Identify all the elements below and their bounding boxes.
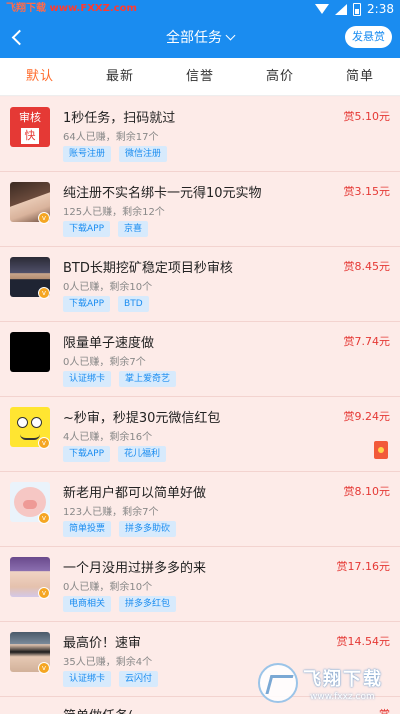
vip-badge-icon: v xyxy=(38,587,50,599)
task-meta: 125人已赚，剩余12个 xyxy=(63,207,165,218)
tab-credit[interactable]: 信誉 xyxy=(160,58,240,95)
red-envelope-icon[interactable] xyxy=(374,441,388,459)
task-item[interactable]: v 新老用户都可以简单好做 123人已赚，剩余7个 简单投票 拼多多助砍 赏8.… xyxy=(0,472,400,547)
task-meta: 0人已赚，剩余10个 xyxy=(63,282,153,293)
task-title: 最高价！速审 xyxy=(63,636,142,651)
watermark: 飞翔下载 www.fxxz.com xyxy=(258,660,392,710)
task-tag: 下载APP xyxy=(63,446,111,462)
chevron-down-icon xyxy=(225,30,236,41)
battery-icon xyxy=(353,2,362,16)
task-tag: 认证绑卡 xyxy=(63,671,112,687)
task-title: 简单做任务( xyxy=(63,705,133,714)
task-item[interactable]: 限量单子速度做 0人已赚，剩余7个 认证绑卡 掌上爱奇艺 赏7.74元 xyxy=(0,322,400,397)
task-item[interactable]: v 纯注册不实名绑卡一元得10元实物 125人已赚，剩余12个 下载APP 京喜… xyxy=(0,172,400,247)
watermark-logo-icon xyxy=(258,663,298,703)
task-tag: 微信注册 xyxy=(119,146,168,162)
page-title: 全部任务 xyxy=(166,30,222,46)
task-tag: 花儿福利 xyxy=(118,446,167,462)
user-avatar xyxy=(10,332,50,372)
task-tags: 下载APP BTD xyxy=(63,296,149,312)
tab-default[interactable]: 默认 xyxy=(0,58,80,95)
task-tag: 简单投票 xyxy=(63,521,112,537)
task-reward: 赏3.15元 xyxy=(343,185,391,198)
review-badge-avatar: 审核 快 xyxy=(10,107,50,147)
task-title: BTD长期挖矿稳定项目秒审核 xyxy=(63,261,233,276)
task-reward: 赏14.54元 xyxy=(336,635,391,648)
site-url: www.FXXZ.com xyxy=(49,3,137,14)
vip-badge-icon: v xyxy=(38,212,50,224)
task-tag: 掌上爱奇艺 xyxy=(119,371,177,387)
task-meta: 123人已赚，剩余7个 xyxy=(63,507,159,518)
tab-high-price[interactable]: 高价 xyxy=(240,58,320,95)
task-tags: 认证绑卡 掌上爱奇艺 xyxy=(63,371,177,387)
page-title-dropdown[interactable]: 全部任务 xyxy=(0,18,400,58)
vip-badge-icon: v xyxy=(38,287,50,299)
tab-simple[interactable]: 简单 xyxy=(320,58,400,95)
task-reward: 赏17.16元 xyxy=(336,560,391,573)
task-meta: 0人已赚，剩余10个 xyxy=(63,582,153,593)
status-time: 2:38 xyxy=(367,2,394,16)
task-tag: 认证绑卡 xyxy=(63,371,112,387)
task-tags: 账号注册 微信注册 xyxy=(63,146,168,162)
status-site-label: 飞翔下载 www.FXXZ.com xyxy=(6,1,137,17)
watermark-url: www.fxxz.com xyxy=(310,692,375,702)
task-reward: 赏8.10元 xyxy=(343,485,391,498)
task-reward: 赏7.74元 xyxy=(343,335,391,348)
task-title: 纯注册不实名绑卡一元得10元实物 xyxy=(63,186,262,201)
task-title: ~秒审，秒提30元微信红包 xyxy=(63,411,221,426)
task-meta: 4人已赚，剩余16个 xyxy=(63,432,153,443)
task-meta: 64人已赚，剩余17个 xyxy=(63,132,159,143)
task-tag: BTD xyxy=(118,296,149,312)
wifi-icon xyxy=(315,4,330,14)
vip-badge-icon: v xyxy=(38,662,50,674)
site-label: 飞翔下载 xyxy=(6,3,46,14)
task-reward: 赏5.10元 xyxy=(343,110,391,123)
task-tag: 电商相关 xyxy=(63,596,112,612)
task-reward: 赏9.24元 xyxy=(343,410,391,423)
task-title: 新老用户都可以简单好做 xyxy=(63,486,207,501)
task-item[interactable]: v 一个月没用过拼多多的来 0人已赚，剩余10个 电商相关 拼多多红包 赏17.… xyxy=(0,547,400,622)
task-meta: 35人已赚，剩余4个 xyxy=(63,657,153,668)
publish-reward-button[interactable]: 发悬赏 xyxy=(345,26,392,48)
task-tag: 下载APP xyxy=(63,296,111,312)
vip-badge-icon: v xyxy=(38,512,50,524)
watermark-name: 飞翔下载 xyxy=(303,669,383,690)
task-tags: 电商相关 拼多多红包 xyxy=(63,596,177,612)
task-tag: 云闪付 xyxy=(119,671,159,687)
avatar-text-top: 审核 xyxy=(19,111,41,124)
task-tag: 拼多多红包 xyxy=(119,596,177,612)
task-tag: 账号注册 xyxy=(63,146,112,162)
task-item[interactable]: v ~秒审，秒提30元微信红包 4人已赚，剩余16个 下载APP 花儿福利 赏9… xyxy=(0,397,400,472)
task-tag: 拼多多助砍 xyxy=(119,521,177,537)
task-reward: 赏8.45元 xyxy=(343,260,391,273)
task-tag: 京喜 xyxy=(118,221,149,237)
task-tag: 下载APP xyxy=(63,221,111,237)
tab-newest[interactable]: 最新 xyxy=(80,58,160,95)
task-list: 审核 快 1秒任务，扫码就过 64人已赚，剩余17个 账号注册 微信注册 赏5.… xyxy=(0,97,400,697)
task-tags: 下载APP 京喜 xyxy=(63,221,149,237)
task-title: 一个月没用过拼多多的来 xyxy=(63,561,207,576)
avatar-text-bottom: 快 xyxy=(21,128,39,144)
vip-badge-icon: v xyxy=(38,437,50,449)
task-meta: 0人已赚，剩余7个 xyxy=(63,357,146,368)
signal-icon xyxy=(335,3,348,15)
status-bar: 飞翔下载 www.FXXZ.com 2:38 xyxy=(0,0,400,18)
task-item[interactable]: 审核 快 1秒任务，扫码就过 64人已赚，剩余17个 账号注册 微信注册 赏5.… xyxy=(0,97,400,172)
task-title: 1秒任务，扫码就过 xyxy=(63,111,176,126)
sort-tabs: 默认 最新 信誉 高价 简单 xyxy=(0,58,400,96)
task-title: 限量单子速度做 xyxy=(63,336,155,351)
status-icons: 2:38 xyxy=(315,0,394,18)
nav-bar: 全部任务 发悬赏 xyxy=(0,18,400,58)
task-item[interactable]: v BTD长期挖矿稳定项目秒审核 0人已赚，剩余10个 下载APP BTD 赏8… xyxy=(0,247,400,322)
task-tags: 下载APP 花儿福利 xyxy=(63,446,167,462)
task-tags: 简单投票 拼多多助砍 xyxy=(63,521,177,537)
task-tags: 认证绑卡 云闪付 xyxy=(63,671,159,687)
